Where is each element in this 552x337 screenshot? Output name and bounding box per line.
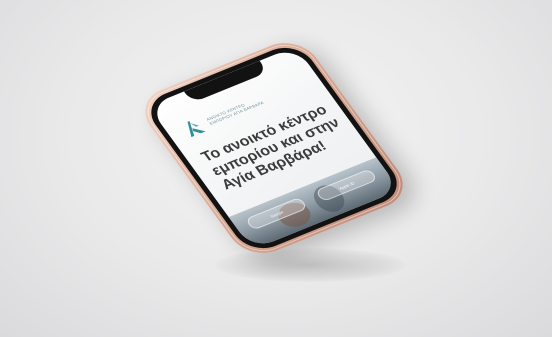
phone-bezel: ΑΝΟΙΚΤΟ ΚΕΝΤΡΟ ΕΜΠΟΡΙΟΥ ΑΓΙΑ ΒΑΡΒΑΡΑ Το … (140, 40, 408, 256)
logo-a-icon (187, 120, 206, 138)
smartphone-mockup: ΑΝΟΙΚΤΟ ΚΕΝΤΡΟ ΕΜΠΟΡΙΟΥ ΑΓΙΑ ΒΑΡΒΑΡΑ Το … (132, 34, 416, 262)
product-mockup-scene: ΑΝΟΙΚΤΟ ΚΕΝΤΡΟ ΕΜΠΟΡΙΟΥ ΑΓΙΑ ΒΑΡΒΑΡΑ Το … (0, 0, 552, 337)
logo-text: ΑΝΟΙΚΤΟ ΚΕΝΤΡΟ ΕΜΠΟΡΙΟΥ ΑΓΙΑ ΒΑΡΒΑΡΑ (205, 100, 265, 126)
app-screen: ΑΝΟΙΚΤΟ ΚΕΝΤΡΟ ΕΜΠΟΡΙΟΥ ΑΓΙΑ ΒΑΡΒΑΡΑ Το … (148, 46, 400, 250)
phone-shadow (215, 248, 405, 282)
